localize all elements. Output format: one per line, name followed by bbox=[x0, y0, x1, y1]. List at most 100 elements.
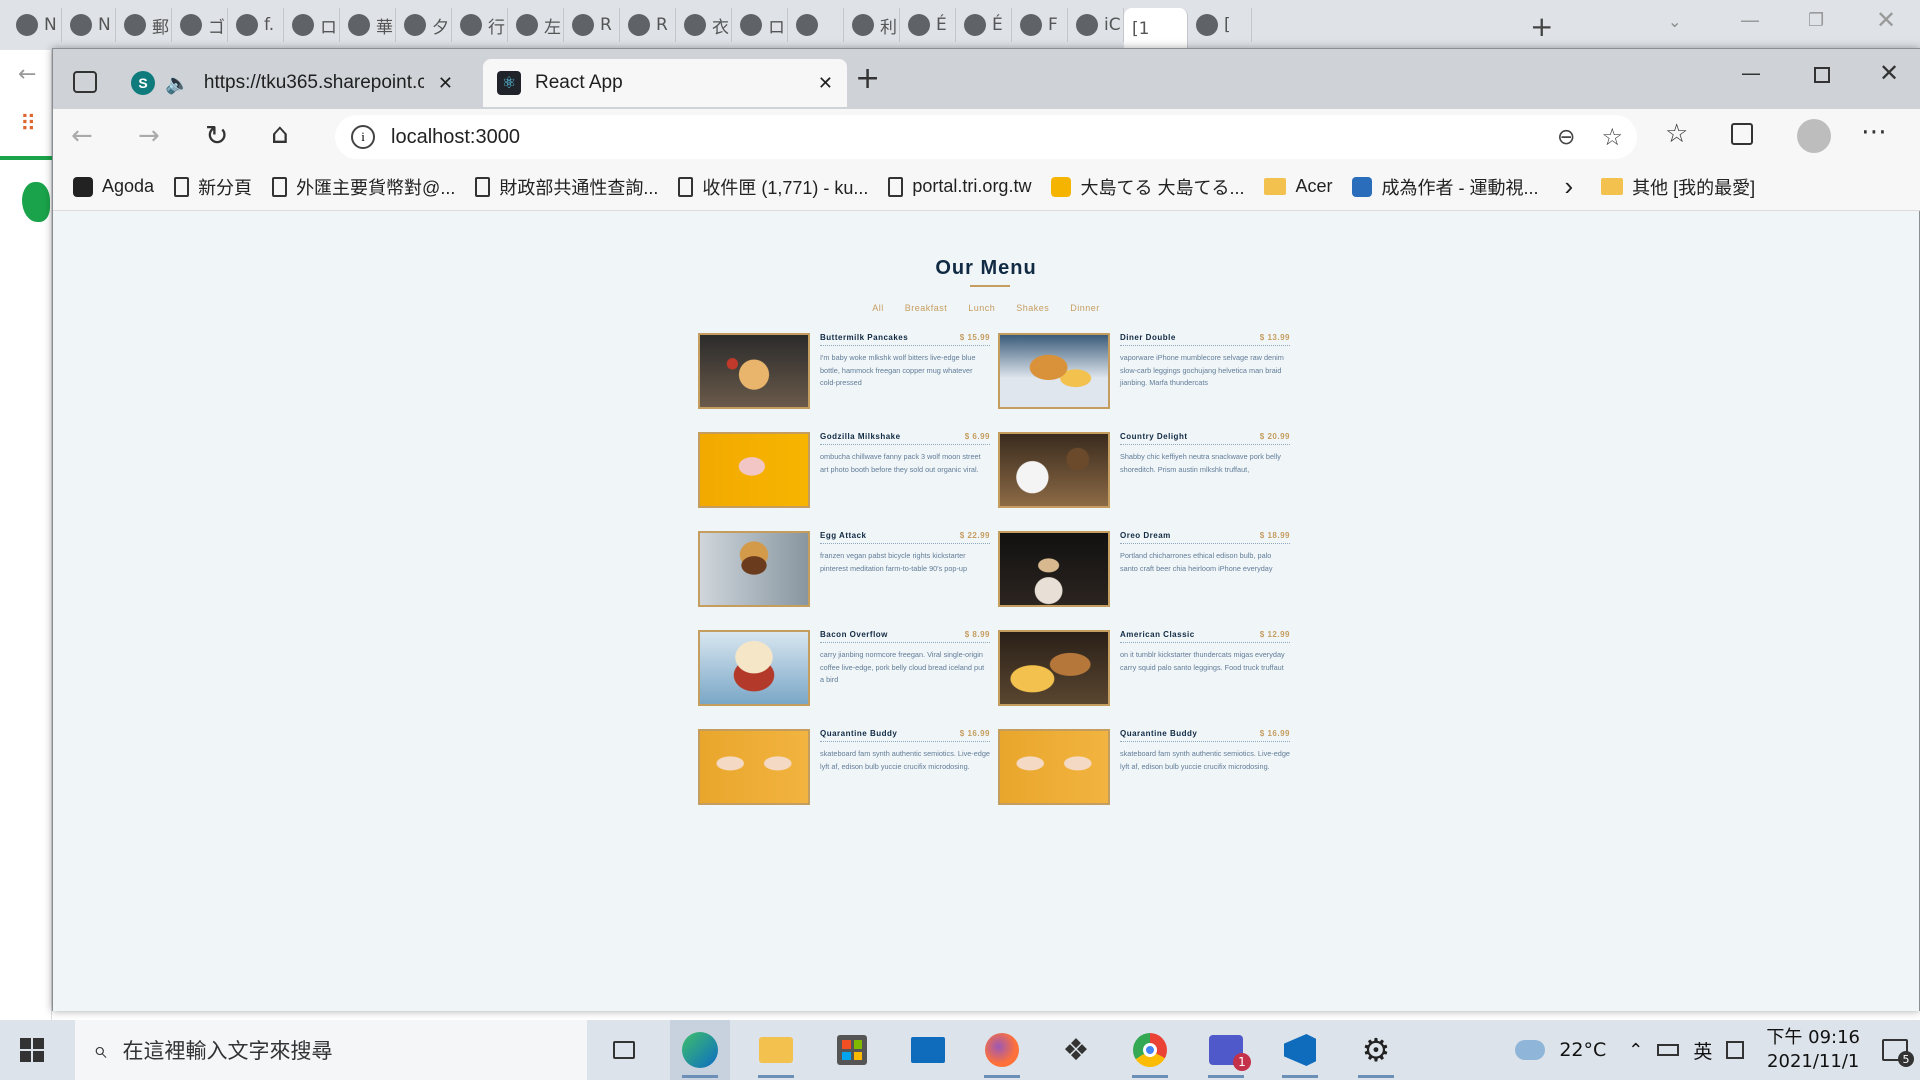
menu-item-header: Diner Double $ 13.99 bbox=[1120, 333, 1290, 346]
address-bar[interactable]: i localhost:3000 ⊖ ☆ bbox=[335, 115, 1637, 159]
background-tab[interactable] bbox=[788, 8, 844, 42]
favorite-item[interactable]: 大島てる 大島てる... bbox=[1051, 174, 1244, 200]
close-icon[interactable]: ✕ bbox=[1879, 59, 1899, 87]
page-content: Our Menu All Breakfast Lunch Shakes Dinner B… bbox=[53, 211, 1919, 1011]
speaker-icon[interactable]: 🔈 bbox=[165, 71, 190, 96]
ime-mode-icon[interactable] bbox=[1726, 1041, 1745, 1059]
background-tab[interactable]: [1 bbox=[1124, 8, 1188, 50]
maximize-icon[interactable] bbox=[1814, 67, 1830, 83]
clock[interactable]: 下午 09:16 2021/11/1 bbox=[1766, 1026, 1860, 1074]
favorite-item[interactable]: 財政部共通性查詢... bbox=[475, 174, 658, 200]
back-arrow-icon[interactable]: ← bbox=[18, 62, 36, 87]
menu-item-name: Quarantine Buddy bbox=[820, 729, 898, 738]
url-text[interactable]: localhost:3000 bbox=[391, 126, 1557, 149]
background-tab[interactable]: É bbox=[900, 8, 956, 42]
background-tab[interactable]: ゴ bbox=[172, 8, 228, 42]
background-tab[interactable]: F bbox=[1012, 8, 1068, 42]
collections-icon[interactable] bbox=[1731, 123, 1753, 145]
tab-close-icon[interactable]: ✕ bbox=[818, 73, 833, 94]
tab-sharepoint[interactable]: S 🔈 https://tku365.sharepoint.cc ✕ bbox=[117, 59, 529, 107]
favorite-item[interactable]: 外匯主要貨幣對@... bbox=[272, 174, 455, 200]
background-tab[interactable]: 郵 bbox=[116, 8, 172, 42]
background-tab[interactable]: N bbox=[8, 8, 62, 42]
more-menu-icon[interactable]: ⋯ bbox=[1861, 117, 1887, 147]
ime-indicator[interactable]: 英 bbox=[1693, 1037, 1712, 1064]
other-favorites[interactable]: 其他 [我的最愛] bbox=[1601, 174, 1755, 200]
doc-icon bbox=[272, 176, 288, 197]
filter-shakes-button[interactable]: Shakes bbox=[1016, 303, 1049, 313]
minimize-icon[interactable]: — bbox=[1740, 8, 1760, 32]
store-icon[interactable] bbox=[822, 1020, 882, 1080]
chevron-right-icon[interactable]: › bbox=[1564, 171, 1573, 202]
background-tab[interactable]: 夕 bbox=[396, 8, 452, 42]
filter-breakfast-button[interactable]: Breakfast bbox=[905, 303, 948, 313]
favorites-icon[interactable]: ☆ bbox=[1665, 119, 1688, 149]
favorite-item[interactable]: Acer bbox=[1264, 176, 1332, 197]
settings-gear-icon[interactable]: ⚙ bbox=[1346, 1020, 1406, 1080]
background-tab[interactable]: É bbox=[956, 8, 1012, 42]
refresh-icon[interactable]: ↻ bbox=[205, 119, 228, 152]
site-info-icon[interactable]: i bbox=[351, 125, 375, 149]
background-tab[interactable]: N bbox=[62, 8, 116, 42]
dropbox-icon[interactable]: ❖ bbox=[1046, 1020, 1106, 1080]
background-tab[interactable]: ロ bbox=[732, 8, 788, 42]
battery-icon[interactable] bbox=[1657, 1044, 1680, 1056]
home-icon[interactable]: ⌂ bbox=[271, 117, 289, 150]
back-icon[interactable]: ← bbox=[71, 121, 93, 151]
menu-item-price: $ 16.99 bbox=[1259, 729, 1290, 738]
filter-all-button[interactable]: All bbox=[872, 303, 884, 313]
mail-icon[interactable] bbox=[898, 1020, 958, 1080]
edge-taskbar-icon[interactable] bbox=[670, 1020, 730, 1080]
favorite-item[interactable]: Agoda bbox=[73, 176, 154, 197]
background-tab[interactable]: ロ bbox=[284, 8, 340, 42]
background-tab[interactable]: [ bbox=[1188, 8, 1252, 42]
notification-count: 5 bbox=[1898, 1051, 1914, 1067]
task-view-icon[interactable] bbox=[594, 1020, 654, 1080]
favorite-item[interactable]: 收件匣 (1,771) - ku... bbox=[678, 174, 868, 200]
background-tab[interactable]: 衣 bbox=[676, 8, 732, 42]
file-explorer-icon[interactable] bbox=[746, 1020, 806, 1080]
add-favorite-icon[interactable]: ☆ bbox=[1601, 123, 1623, 151]
favorite-item[interactable]: 成為作者 - 運動視... bbox=[1352, 174, 1538, 200]
tab-react-app[interactable]: ⚛ React App ✕ bbox=[483, 59, 847, 107]
favorites-bar: Agoda 新分頁 外匯主要貨幣對@... 財政部共通性查詢... 收件匣 (1,771… bbox=[53, 163, 1920, 211]
notification-icon[interactable]: 5 bbox=[1882, 1039, 1914, 1067]
background-tab[interactable]: iC bbox=[1068, 8, 1124, 42]
background-tab[interactable]: 左 bbox=[508, 8, 564, 42]
taskbar-search[interactable]: ⌕ 在這裡輸入文字來搜尋 bbox=[75, 1020, 587, 1080]
tab-close-icon[interactable]: ✕ bbox=[438, 73, 453, 94]
forward-icon[interactable]: → bbox=[138, 121, 160, 151]
background-tab[interactable]: R bbox=[564, 8, 620, 42]
restore-icon[interactable]: ❐ bbox=[1808, 10, 1824, 31]
close-icon[interactable]: ✕ bbox=[1876, 6, 1896, 34]
menu-item-info: Buttermilk Pancakes $ 15.99 I'm baby woke … bbox=[820, 333, 990, 390]
chevron-up-icon[interactable]: ⌃ bbox=[1628, 1040, 1643, 1061]
background-tab[interactable]: 華 bbox=[340, 8, 396, 42]
background-tab[interactable]: 利 bbox=[844, 8, 900, 42]
menu-item-header: American Classic $ 12.99 bbox=[1120, 630, 1290, 643]
profile-avatar[interactable] bbox=[1797, 119, 1831, 153]
background-tab[interactable]: R bbox=[620, 8, 676, 42]
chrome-icon[interactable] bbox=[1120, 1020, 1180, 1080]
weather-icon[interactable] bbox=[1515, 1040, 1546, 1060]
apps-grid-icon[interactable]: ⠿ bbox=[20, 112, 36, 137]
tab-actions-icon[interactable] bbox=[73, 71, 97, 93]
teams-icon[interactable]: 1 bbox=[1196, 1020, 1256, 1080]
windows-start-icon[interactable] bbox=[20, 1038, 44, 1062]
background-tab[interactable]: f. bbox=[228, 8, 284, 42]
filter-lunch-button[interactable]: Lunch bbox=[968, 303, 995, 313]
tab-list-chevron-icon[interactable]: ⌄ bbox=[1668, 12, 1681, 31]
menu-item-photo bbox=[698, 333, 810, 409]
new-tab-icon[interactable]: + bbox=[1530, 10, 1553, 43]
favorite-item[interactable]: portal.tri.org.tw bbox=[888, 176, 1031, 197]
favorite-item[interactable]: 新分頁 bbox=[174, 174, 252, 200]
vscode-icon[interactable] bbox=[1270, 1020, 1330, 1080]
weather-temp[interactable]: 22°C bbox=[1559, 1039, 1606, 1061]
zoom-out-icon[interactable]: ⊖ bbox=[1557, 125, 1575, 150]
filter-dinner-button[interactable]: Dinner bbox=[1070, 303, 1100, 313]
new-tab-icon[interactable]: + bbox=[855, 61, 880, 96]
menu-item-info: Godzilla Milkshake $ 6.99 ombucha chillwav… bbox=[820, 432, 990, 476]
background-tab[interactable]: 行 bbox=[452, 8, 508, 42]
minimize-icon[interactable]: — bbox=[1741, 61, 1761, 85]
firefox-icon[interactable] bbox=[972, 1020, 1032, 1080]
